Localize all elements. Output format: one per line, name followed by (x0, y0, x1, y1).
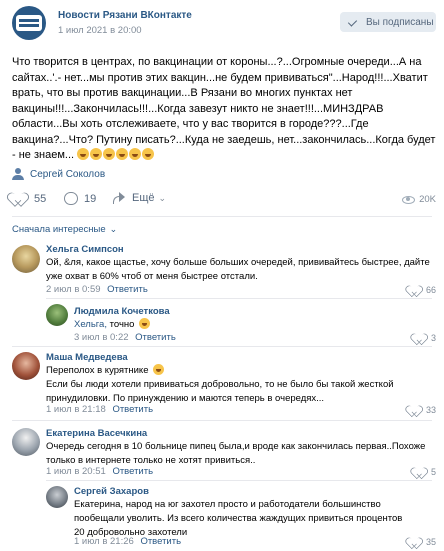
views-count: 20K (419, 194, 436, 205)
heart-icon (409, 285, 420, 295)
comment-like-count: 5 (430, 467, 436, 477)
comment-meta: 1 июл в 21:18 Ответить (46, 404, 153, 415)
heart-icon (12, 192, 28, 206)
user-icon (12, 168, 24, 180)
divider (12, 420, 432, 421)
avatar[interactable] (46, 486, 68, 508)
comment-like-count: 3 (430, 333, 436, 343)
divider (46, 298, 432, 299)
divider (12, 346, 432, 347)
check-icon (348, 16, 360, 28)
comment-text: Очередь сегодня в 10 больнице пипец была… (46, 441, 426, 466)
comments-sort[interactable]: Сначала интересные ⌄ (12, 224, 117, 235)
comment-button[interactable]: 19 (64, 192, 96, 205)
comment-like-count: 66 (425, 285, 436, 295)
comment-text: Екатерина, народ на юг захотел просто и … (74, 499, 403, 538)
laugh-emoji-icon (142, 148, 155, 160)
reply-button[interactable]: Ответить (112, 466, 153, 477)
comment-text: Если бы люди хотели прививаться добровол… (46, 379, 394, 404)
laughing-emojis (77, 148, 155, 160)
comment-meta: 3 июл в 0:22 Ответить (74, 332, 176, 343)
comment-text: Ой, &ля, какое щастье, хочу больше больш… (46, 257, 430, 282)
laugh-emoji-icon (116, 148, 129, 160)
comment-like-count: 35 (425, 537, 436, 547)
heart-icon (414, 467, 425, 477)
avatar[interactable] (12, 352, 40, 380)
laugh-emoji-icon (129, 148, 142, 160)
like-button[interactable]: 55 (12, 192, 46, 206)
laugh-emoji-icon (153, 364, 165, 375)
comment-like-count: 33 (425, 405, 436, 415)
comment-meta: 1 июл в 20:51 Ответить (46, 466, 153, 477)
comment-time[interactable]: 1 июл в 21:18 (46, 404, 106, 415)
post-time[interactable]: 1 июл 2021 в 20:00 (58, 25, 142, 36)
comment-count: 19 (84, 192, 97, 205)
post-actions: 55 19 Ещё ⌄ 20K (0, 188, 444, 214)
heart-icon (414, 333, 425, 343)
share-more-button[interactable]: Ещё ⌄ (112, 192, 166, 204)
comment-text-body: точно (109, 319, 135, 330)
laugh-emoji-icon (139, 318, 151, 329)
divider (12, 216, 432, 217)
more-label: Ещё (132, 192, 155, 204)
eye-icon (402, 195, 416, 204)
laugh-emoji-icon (90, 148, 103, 160)
comment-meta: 2 июл в 0:59 Ответить (46, 284, 148, 295)
group-avatar[interactable] (12, 6, 46, 40)
comment-author[interactable]: Хельга Симпсон (46, 244, 124, 255)
reply-button[interactable]: Ответить (135, 332, 176, 343)
comment-meta: 1 июл в 21:26 Ответить (74, 536, 181, 547)
heart-icon (409, 405, 420, 415)
post-author-name[interactable]: Сергей Соколов (30, 169, 105, 180)
reply-button[interactable]: Ответить (107, 284, 148, 295)
reply-to-link[interactable]: Хельга, (74, 319, 107, 330)
like-count: 55 (34, 193, 47, 205)
comment-like-button[interactable]: 35 (408, 536, 436, 548)
divider (46, 480, 432, 481)
subscribed-button[interactable]: Вы подписаны (340, 12, 436, 32)
share-icon (112, 192, 126, 204)
views-counter: 20K (402, 194, 436, 205)
comment-time[interactable]: 2 июл в 0:59 (46, 284, 101, 295)
comment-time[interactable]: 1 июл в 20:51 (46, 466, 106, 477)
chevron-down-icon: ⌄ (158, 192, 167, 203)
reply-button[interactable]: Ответить (140, 536, 181, 547)
sort-label: Сначала интересные (12, 224, 106, 235)
post-text-body: Что творится в центрах, по вакцинации от… (12, 56, 436, 161)
comment-text-line1: Переполох в курятнике (46, 364, 165, 378)
post-author[interactable]: Сергей Соколов (12, 166, 105, 182)
avatar[interactable] (12, 428, 40, 456)
heart-icon (409, 537, 420, 547)
laugh-emoji-icon (103, 148, 116, 160)
comment-like-button[interactable]: 5 (413, 466, 436, 478)
comment-time[interactable]: 1 июл в 21:26 (74, 536, 134, 547)
chevron-down-icon: ⌄ (109, 224, 118, 234)
avatar[interactable] (46, 304, 68, 326)
post-header: Новости Рязани ВКонтакте 1 июл 2021 в 20… (0, 0, 444, 44)
comment-text-body: Переполох в курятнике (46, 365, 149, 376)
comment-icon (64, 192, 78, 205)
post-text: Что творится в центрах, по вакцинации от… (12, 55, 436, 164)
comment-author[interactable]: Екатерина Васечкина (46, 428, 147, 439)
subscribed-label: Вы подписаны (366, 16, 434, 28)
comment-author[interactable]: Сергей Захаров (74, 486, 149, 497)
comment-like-button[interactable]: 3 (413, 332, 436, 344)
comment-author[interactable]: Людмила Кочеткова (74, 306, 170, 317)
avatar[interactable] (12, 245, 40, 273)
comment-text: Хельга, точно (74, 318, 151, 332)
group-name[interactable]: Новости Рязани ВКонтакте (58, 10, 192, 21)
comment-author[interactable]: Маша Медведева (46, 352, 128, 363)
comment-time[interactable]: 3 июл в 0:22 (74, 332, 129, 343)
reply-button[interactable]: Ответить (112, 404, 153, 415)
comment-like-button[interactable]: 66 (408, 284, 436, 296)
laugh-emoji-icon (77, 148, 90, 160)
comment-like-button[interactable]: 33 (408, 404, 436, 416)
